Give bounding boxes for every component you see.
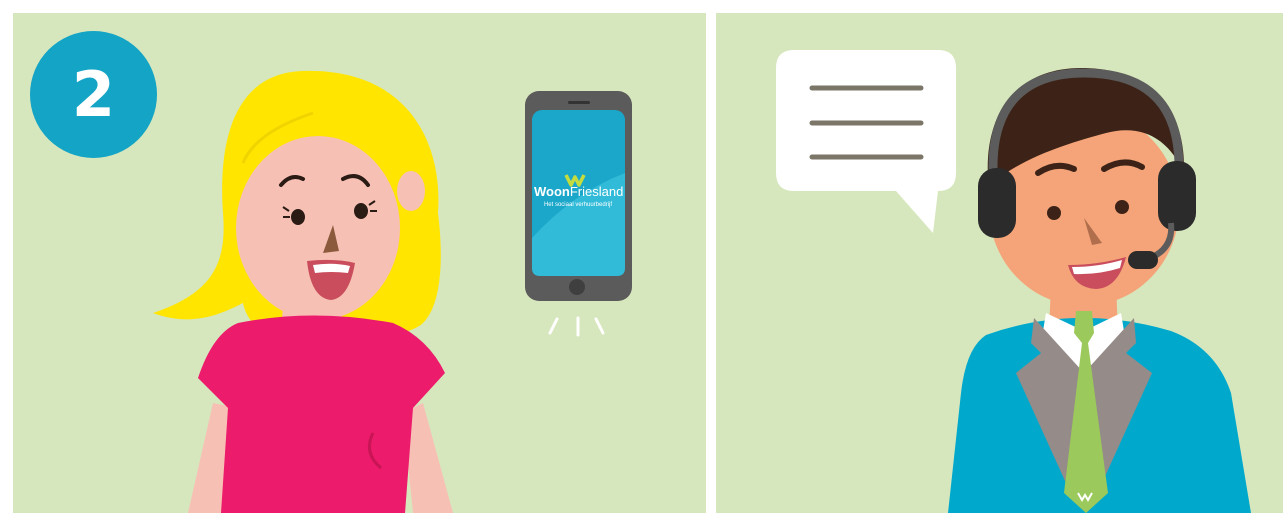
left-panel: 2 WoonFriesland Het sociaal verhuurbedri…	[13, 13, 706, 513]
woman-left-eye	[291, 209, 305, 225]
right-panel	[716, 13, 1283, 513]
phone-brand-accent: Friesland	[570, 184, 623, 199]
svg-text:WoonFriesland: WoonFriesland	[534, 184, 623, 199]
woman-shirt	[198, 315, 445, 513]
woman-right-eye	[354, 203, 368, 219]
woman-illustration: WoonFriesland Het sociaal verhuurbedrijf	[153, 70, 632, 513]
man-illustration	[776, 50, 1251, 513]
ringing-lines-icon	[548, 316, 605, 337]
phone-brand-main: Woon	[534, 184, 570, 199]
phone-tagline: Het sociaal verhuurbedrijf	[544, 202, 612, 208]
woman-ear	[397, 171, 425, 211]
speech-bubble-icon	[776, 50, 956, 233]
smartphone-icon: WoonFriesland Het sociaal verhuurbedrijf	[525, 91, 632, 301]
